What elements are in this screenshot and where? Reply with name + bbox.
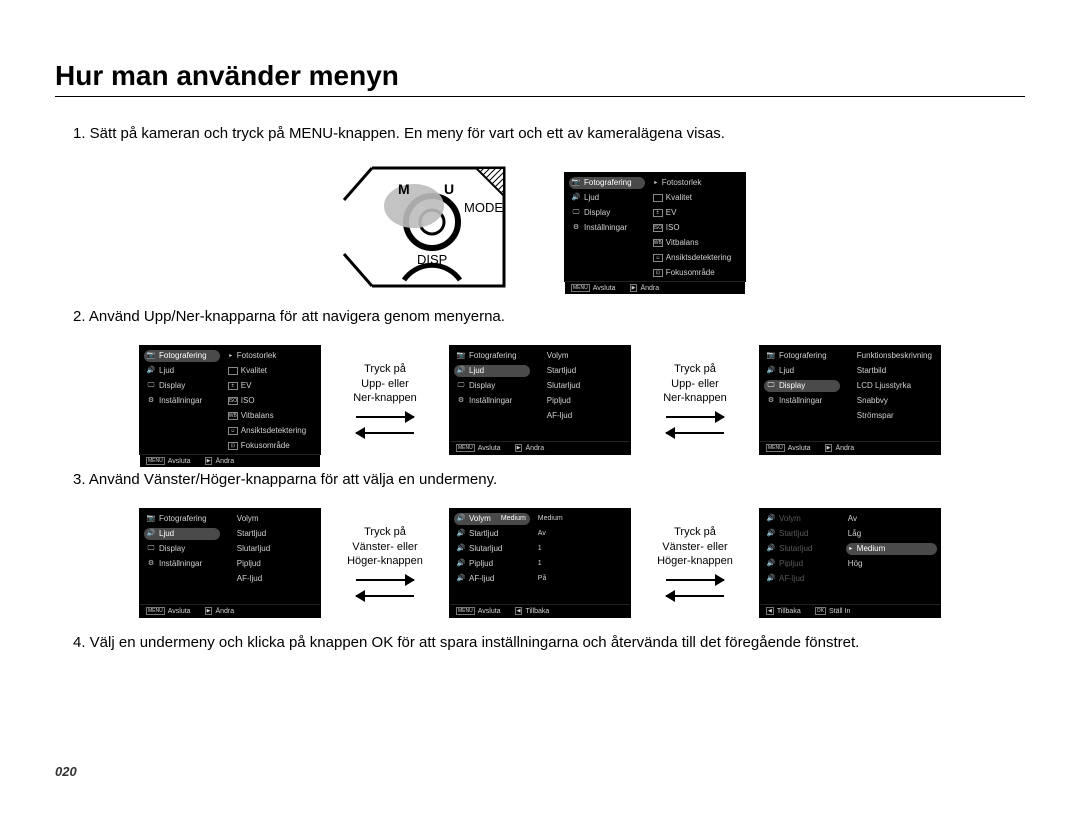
wb-icon: WB (653, 239, 663, 247)
connector-label: Tryck på Upp- eller Ner-knappen (663, 362, 727, 407)
step-2-row: 📷Fotografering 🔊Ljud 🖵Display ⚙Inställni… (55, 345, 1025, 455)
gear-icon: ⚙ (146, 560, 156, 568)
arrow-right-icon (666, 575, 724, 585)
sound-icon: 🔊 (571, 194, 581, 202)
sub-fokus[interactable]: ⊡Fokusområde (651, 267, 742, 279)
connector-leftright-2: Tryck på Vänster- eller Höger-knappen (651, 525, 739, 602)
camera-icon: 📷 (766, 352, 776, 360)
sub-ev[interactable]: ±EV (651, 207, 742, 219)
mode-label: MODE (464, 200, 503, 215)
display-icon: 🖵 (146, 382, 156, 390)
menu-item-installningar[interactable]: ⚙Inställningar (454, 395, 530, 407)
step-1-text: 1. Sätt på kameran och tryck på MENU-kna… (73, 125, 1025, 142)
menu-item-fotografering[interactable]: 📷Fotografering (454, 350, 530, 362)
connector-leftright-1: Tryck på Vänster- eller Höger-knappen (341, 525, 429, 602)
menu-item-display[interactable]: 🖵Display (144, 380, 220, 392)
option-av[interactable]: Av (846, 513, 937, 525)
arrow-right-icon (356, 575, 414, 585)
menu-label-prefix: M (398, 181, 410, 197)
menu-item-ljud[interactable]: 🔊Ljud (569, 192, 645, 204)
sub-ansikt[interactable]: ☺Ansiktsdetektering (651, 252, 742, 264)
option-medium[interactable]: ▸Medium (846, 543, 937, 555)
sub-vitbalans[interactable]: WBVitbalans (651, 237, 742, 249)
screen-3b: 🔊VolymMedium 🔊Startljud 🔊Slutarljud 🔊Pip… (449, 508, 631, 618)
option-lag[interactable]: Låg (846, 528, 937, 540)
display-icon: 🖵 (146, 545, 156, 553)
quality-icon (653, 194, 663, 202)
step-3-row: 📷Fotografering 🔊Ljud 🖵Display ⚙Inställni… (55, 508, 1025, 618)
connector-label: Tryck på Vänster- eller Höger-knappen (657, 525, 733, 570)
sound-icon: 🔊 (146, 530, 156, 538)
menu-item-display[interactable]: 🖵Display (454, 380, 530, 392)
menu-item-ljud[interactable]: 🔊Ljud (454, 365, 530, 377)
connector-label: Tryck på Upp- eller Ner-knappen (353, 362, 417, 407)
screen-foto: 📷Fotografering 🔊Ljud 🖵Display ⚙Inställni… (564, 172, 746, 282)
screen-2b: 📷Fotografering 🔊Ljud 🖵Display ⚙Inställni… (449, 345, 631, 455)
connector-updown-1: Tryck på Upp- eller Ner-knappen (341, 362, 429, 439)
connector-updown-2: Tryck på Upp- eller Ner-knappen (651, 362, 739, 439)
gear-icon: ⚙ (146, 397, 156, 405)
screen-2a: 📷Fotografering 🔊Ljud 🖵Display ⚙Inställni… (139, 345, 321, 455)
screen-3c: 🔊Volym 🔊Startljud 🔊Slutarljud 🔊Pipljud 🔊… (759, 508, 941, 618)
step-2-text: 2. Använd Upp/Ner-knapparna för att navi… (73, 308, 1025, 325)
menu-item-fotografering[interactable]: 📷Fotografering (764, 350, 840, 362)
camera-icon: 📷 (456, 352, 466, 360)
screen-3a: 📷Fotografering 🔊Ljud 🖵Display ⚙Inställni… (139, 508, 321, 618)
focus-icon: ⊡ (653, 269, 663, 277)
arrow-right-icon (356, 412, 414, 422)
face-icon: ☺ (653, 254, 663, 262)
gear-icon: ⚙ (456, 397, 466, 405)
display-icon: 🖵 (571, 209, 581, 217)
camera-icon: 📷 (146, 352, 156, 360)
sound-icon: 🔊 (766, 367, 776, 375)
display-icon: 🖵 (766, 382, 776, 390)
menu-item-ljud[interactable]: 🔊Ljud (764, 365, 840, 377)
ev-icon: ± (653, 209, 663, 217)
sub-fotostorlek[interactable]: ▸Fotostorlek (651, 177, 742, 189)
sound-icon: 🔊 (146, 367, 156, 375)
menu-item-installningar[interactable]: ⚙Inställningar (569, 222, 645, 234)
sub-kvalitet[interactable]: Kvalitet (651, 192, 742, 204)
sub-iso[interactable]: ISOISO (651, 222, 742, 234)
menu-label-suffix: U (444, 181, 454, 197)
menu-item-display[interactable]: 🖵Display (764, 380, 840, 392)
camera-icon: 📷 (146, 515, 156, 523)
sub-volym[interactable]: 🔊VolymMedium (454, 513, 530, 525)
page-title: Hur man använder menyn (55, 60, 1025, 97)
step-1-row: M U MODE DISP 📷Fotografering 🔊Ljud 🖵Disp… (55, 162, 1025, 292)
menu-item-fotografering[interactable]: 📷Fotografering (569, 177, 645, 189)
connector-label: Tryck på Vänster- eller Höger-knappen (347, 525, 423, 570)
gear-icon: ⚙ (571, 224, 581, 232)
step-4-text: 4. Välj en undermeny och klicka på knapp… (73, 634, 1025, 651)
menu-item-installningar[interactable]: ⚙Inställningar (764, 395, 840, 407)
menu-item-fotografering[interactable]: 📷Fotografering (144, 350, 220, 362)
page-number: 020 (55, 764, 77, 779)
camera-icon: 📷 (571, 179, 581, 187)
arrow-left-icon (356, 591, 414, 601)
display-icon: 🖵 (456, 382, 466, 390)
arrow-left-icon (666, 591, 724, 601)
option-hog[interactable]: Hög (846, 558, 937, 570)
arrow-right-icon (666, 412, 724, 422)
menu-item-ljud[interactable]: 🔊Ljud (144, 365, 220, 377)
iso-icon: ISO (653, 224, 663, 232)
screen-2c: 📷Fotografering 🔊Ljud 🖵Display ⚙Inställni… (759, 345, 941, 455)
menu-item-display[interactable]: 🖵Display (569, 207, 645, 219)
menu-item-installningar[interactable]: ⚙Inställningar (144, 395, 220, 407)
step-3-text: 3. Använd Vänster/Höger-knapparna för at… (73, 471, 1025, 488)
sound-icon: 🔊 (456, 367, 466, 375)
gear-icon: ⚙ (766, 397, 776, 405)
arrow-left-icon (356, 428, 414, 438)
arrow-left-icon (666, 428, 724, 438)
sound-icon: 🔊 (456, 515, 466, 523)
camera-diagram: M U MODE DISP (334, 162, 544, 292)
